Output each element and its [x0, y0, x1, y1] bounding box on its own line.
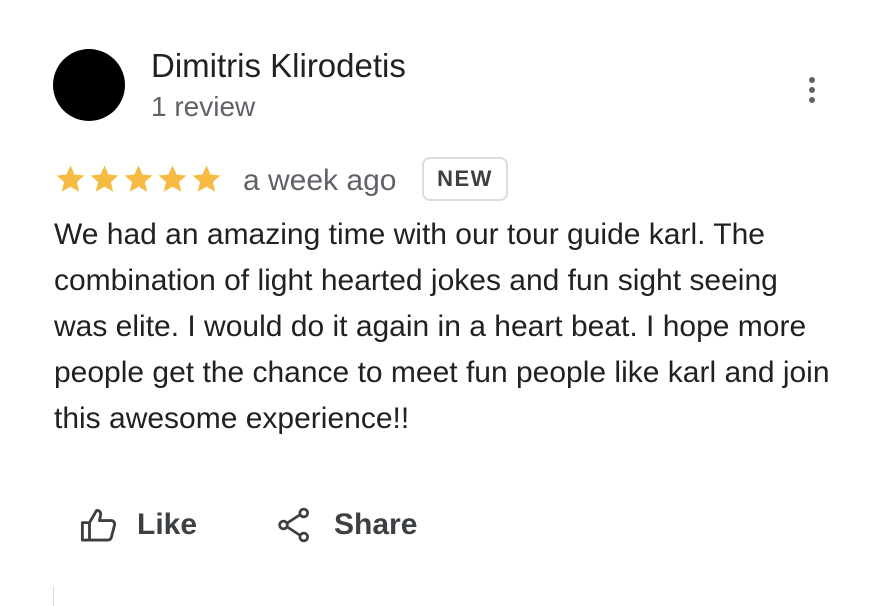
share-button[interactable]: Share	[276, 500, 417, 550]
more-vert-icon	[809, 77, 815, 83]
thumb-up-icon	[80, 509, 117, 542]
share-icon	[278, 507, 309, 543]
author-review-count: 1 review	[151, 91, 256, 122]
avatar[interactable]	[53, 49, 125, 121]
new-badge: NEW	[422, 157, 508, 201]
share-label: Share	[334, 508, 418, 541]
like-button[interactable]: Like	[80, 500, 197, 550]
star-icon	[192, 165, 221, 192]
star-icon	[124, 165, 153, 192]
review-text: We had an amazing time with our tour gui…	[54, 218, 830, 435]
more-options-button[interactable]	[796, 68, 828, 112]
review-timestamp: a week ago	[243, 164, 397, 197]
author-name[interactable]: Dimitris Klirodetis	[151, 46, 406, 86]
star-icon	[158, 165, 187, 192]
divider	[53, 586, 54, 606]
like-label: Like	[137, 508, 198, 541]
star-icon	[90, 165, 119, 192]
review-card: Dimitris Klirodetis 1 review a week ago …	[0, 0, 874, 606]
star-rating	[54, 163, 223, 196]
star-icon	[56, 165, 85, 192]
